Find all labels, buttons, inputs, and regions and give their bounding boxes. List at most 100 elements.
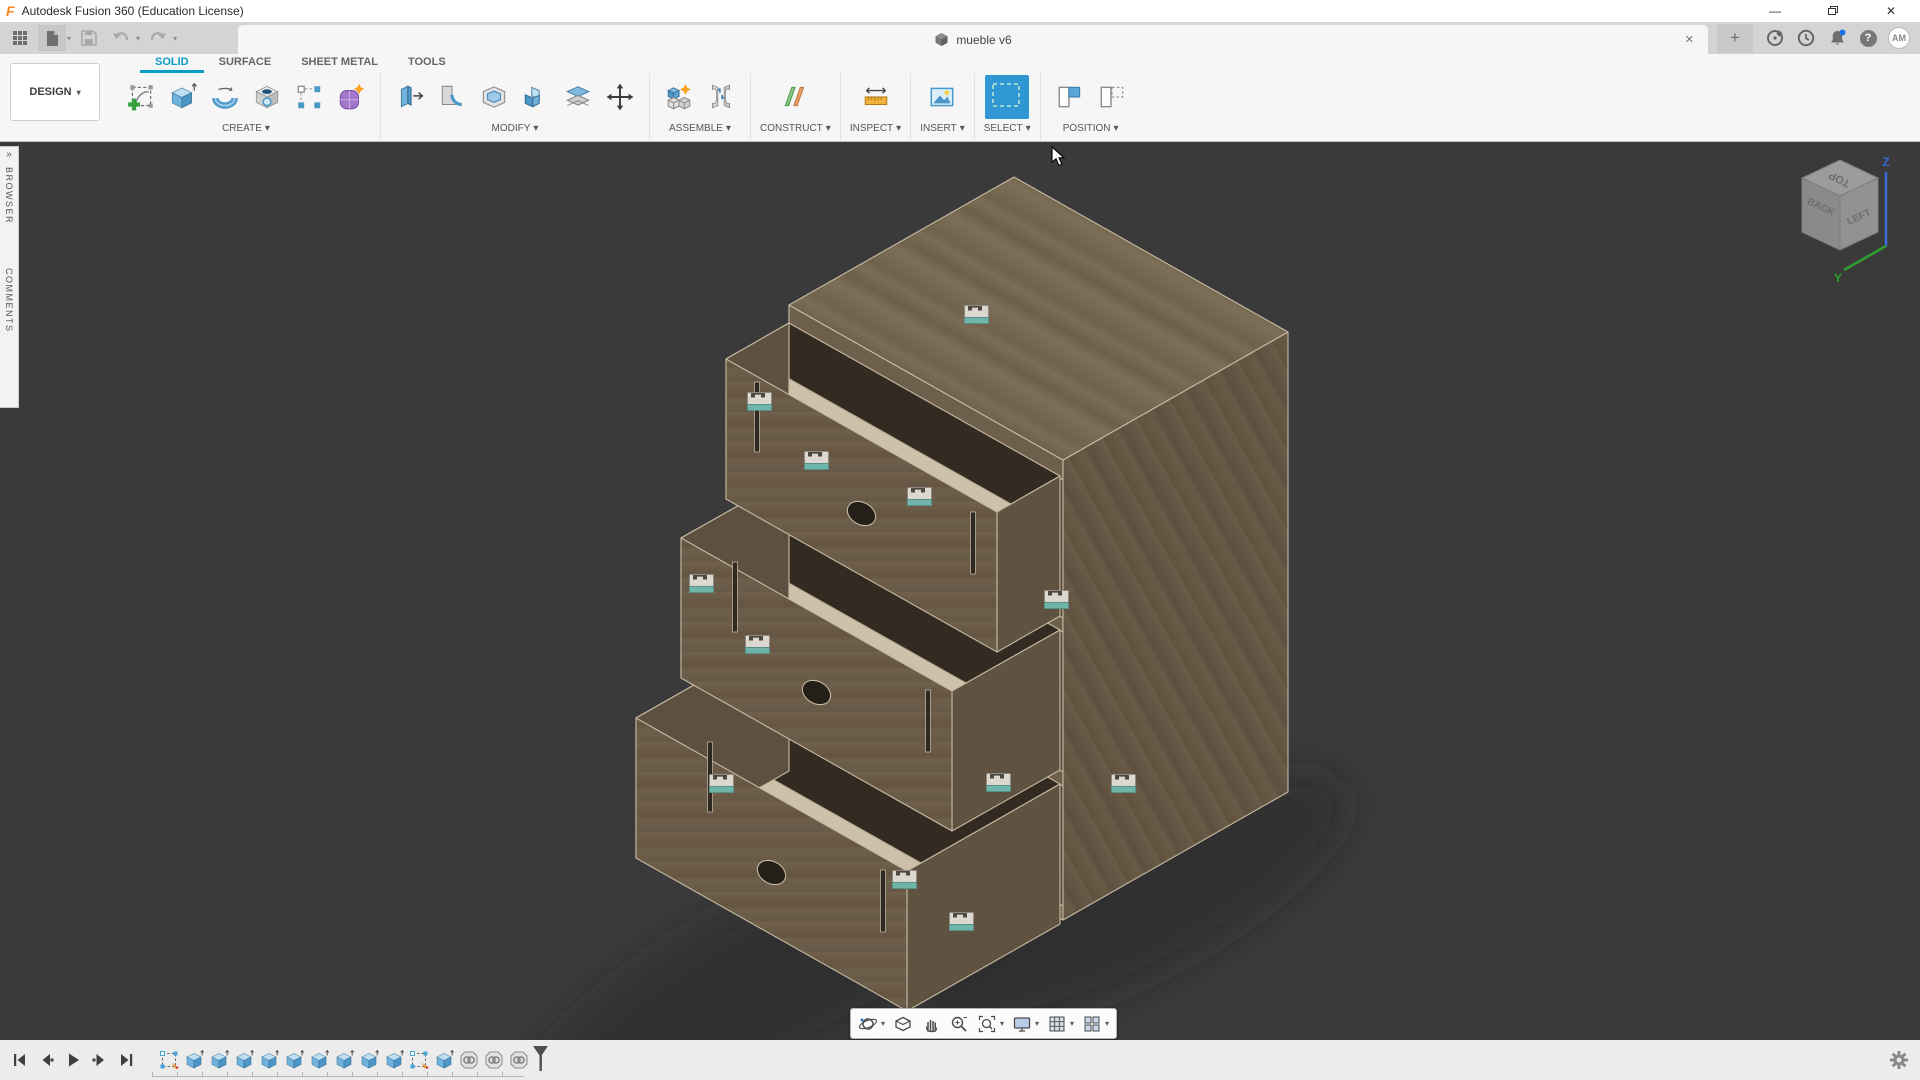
timeline-item-extrude[interactable] xyxy=(183,1049,205,1071)
press-pull-icon[interactable] xyxy=(390,75,430,119)
new-tab-button[interactable]: + xyxy=(1717,24,1753,53)
viewport-canvas[interactable]: » BROWSER COMMENTS xyxy=(0,142,1920,1040)
position-label[interactable]: POSITION xyxy=(1063,123,1111,134)
measure-icon[interactable] xyxy=(856,75,896,119)
save-icon[interactable] xyxy=(75,25,103,51)
extrude-icon[interactable] xyxy=(163,75,203,119)
timeline-item-extrude[interactable] xyxy=(208,1049,230,1071)
joint-badge[interactable] xyxy=(907,487,932,506)
view-cube[interactable]: TOP BACK LEFT Z Y xyxy=(1792,154,1912,314)
joint-badge[interactable] xyxy=(804,451,829,470)
model-cabinet[interactable] xyxy=(0,142,1920,1040)
joint-badge[interactable] xyxy=(892,870,917,889)
timeline-item-extrude[interactable] xyxy=(258,1049,280,1071)
split-body-icon[interactable] xyxy=(558,75,598,119)
document-tab-close-icon[interactable]: ✕ xyxy=(1685,25,1694,54)
timeline-play-button[interactable] xyxy=(62,1049,84,1071)
viewports-icon[interactable] xyxy=(1082,1014,1102,1034)
timeline-go-start-button[interactable] xyxy=(8,1049,30,1071)
revolve-icon[interactable] xyxy=(205,75,245,119)
timeline-go-end-button[interactable] xyxy=(116,1049,138,1071)
timeline-item-extrude[interactable] xyxy=(283,1049,305,1071)
modify-label[interactable]: MODIFY xyxy=(492,123,531,134)
timeline-settings-gear-icon[interactable] xyxy=(1888,1049,1910,1076)
sidebar-item-browser[interactable]: BROWSER xyxy=(4,167,14,224)
fillet-icon[interactable] xyxy=(432,75,472,119)
joint-badge[interactable] xyxy=(1111,774,1136,793)
timeline-item-sketch[interactable] xyxy=(408,1049,430,1071)
create-sketch-icon[interactable] xyxy=(121,75,161,119)
app-grid-icon[interactable] xyxy=(6,25,34,51)
create-label[interactable]: CREATE xyxy=(222,123,262,134)
construct-plane-icon[interactable] xyxy=(775,75,815,119)
select-button[interactable] xyxy=(985,75,1029,119)
timeline-item-link[interactable] xyxy=(483,1049,505,1071)
file-menu-icon[interactable] xyxy=(38,25,66,51)
timeline-item-extrude[interactable] xyxy=(383,1049,405,1071)
timeline-marker[interactable] xyxy=(532,1043,550,1078)
joint-badge[interactable] xyxy=(745,635,770,654)
joint-badge[interactable] xyxy=(689,574,714,593)
joint-icon[interactable] xyxy=(701,75,741,119)
redo-icon[interactable] xyxy=(144,25,172,51)
joint-badge[interactable] xyxy=(949,912,974,931)
job-status-icon[interactable] xyxy=(1795,27,1817,49)
joint-badge[interactable] xyxy=(709,774,734,793)
tab-surface[interactable]: SURFACE xyxy=(204,54,287,73)
undo-icon[interactable] xyxy=(107,25,135,51)
restore-button[interactable] xyxy=(1804,0,1862,22)
file-menu-caret-icon[interactable]: ▾ xyxy=(67,34,71,43)
construct-label[interactable]: CONSTRUCT xyxy=(760,123,823,134)
zoom-icon[interactable] xyxy=(949,1014,969,1034)
joint-badge[interactable] xyxy=(964,305,989,324)
timeline-item-link[interactable] xyxy=(458,1049,480,1071)
tab-solid[interactable]: SOLID xyxy=(140,54,204,73)
document-tab[interactable]: mueble v6 ✕ xyxy=(238,25,1708,54)
joint-badge[interactable] xyxy=(1044,590,1069,609)
timeline-item-sketch[interactable] xyxy=(158,1049,180,1071)
help-icon[interactable]: ? xyxy=(1857,27,1879,49)
form-icon[interactable] xyxy=(331,75,371,119)
notifications-icon[interactable] xyxy=(1826,27,1848,49)
timeline-step-back-button[interactable] xyxy=(35,1049,57,1071)
new-component-icon[interactable] xyxy=(659,75,699,119)
timeline-item-extrude[interactable] xyxy=(333,1049,355,1071)
timeline-step-forward-button[interactable] xyxy=(89,1049,111,1071)
timeline-item-extrude[interactable] xyxy=(233,1049,255,1071)
orbit-icon[interactable] xyxy=(858,1014,878,1034)
sidebar-item-comments[interactable]: COMMENTS xyxy=(4,268,14,333)
shell-icon[interactable] xyxy=(474,75,514,119)
display-settings-icon[interactable] xyxy=(1012,1014,1032,1034)
fit-icon[interactable] xyxy=(977,1014,997,1034)
extensions-icon[interactable] xyxy=(1764,27,1786,49)
timeline-item-extrude[interactable] xyxy=(308,1049,330,1071)
close-button[interactable]: ✕ xyxy=(1862,0,1920,22)
inspect-label[interactable]: INSPECT xyxy=(850,123,893,134)
assemble-label[interactable]: ASSEMBLE xyxy=(669,123,723,134)
joint-badge[interactable] xyxy=(986,773,1011,792)
pan-icon[interactable] xyxy=(921,1014,941,1034)
capture-position-icon[interactable] xyxy=(1050,75,1090,119)
tab-sheet-metal[interactable]: SHEET METAL xyxy=(286,54,393,73)
timeline-item-link[interactable] xyxy=(508,1049,530,1071)
avatar[interactable]: AM xyxy=(1888,27,1910,49)
look-at-icon[interactable] xyxy=(893,1014,913,1034)
timeline-item-extrude[interactable] xyxy=(433,1049,455,1071)
combine-icon[interactable] xyxy=(516,75,556,119)
pattern-icon[interactable] xyxy=(289,75,329,119)
grid-icon[interactable] xyxy=(1047,1014,1067,1034)
tab-tools[interactable]: TOOLS xyxy=(393,54,461,73)
insert-label[interactable]: INSERT xyxy=(920,123,957,134)
joint-badge[interactable] xyxy=(747,392,772,411)
hole-icon[interactable] xyxy=(247,75,287,119)
workspace-selector[interactable]: DESIGN▾ xyxy=(10,63,100,121)
minimize-button[interactable]: — xyxy=(1746,0,1804,22)
expand-rail-icon[interactable]: » xyxy=(6,150,12,160)
undo-caret-icon[interactable]: ▾ xyxy=(136,34,140,43)
redo-caret-icon[interactable]: ▾ xyxy=(173,34,177,43)
canvas-icon[interactable] xyxy=(922,75,962,119)
move-icon[interactable] xyxy=(600,75,640,119)
select-label[interactable]: SELECT xyxy=(984,123,1023,134)
timeline-item-extrude[interactable] xyxy=(358,1049,380,1071)
revert-position-icon[interactable] xyxy=(1092,75,1132,119)
